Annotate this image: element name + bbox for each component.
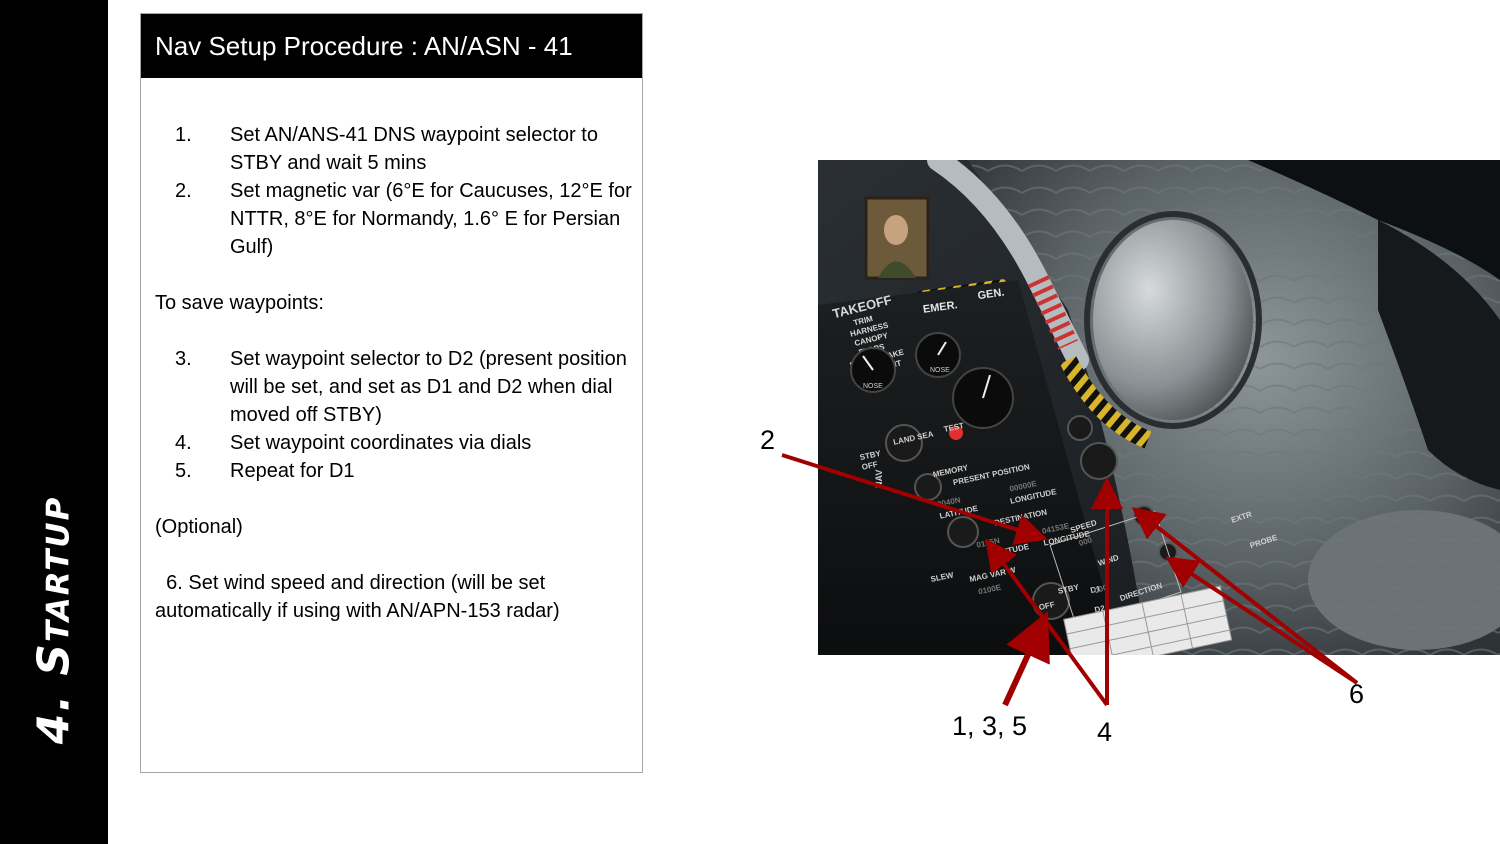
callout-label-4: 4 — [1097, 717, 1113, 747]
arrow-4a — [985, 538, 1109, 707]
arrow-2 — [781, 453, 1048, 545]
callout-label-6: 6 — [1349, 679, 1365, 709]
arrow-6b — [1165, 556, 1359, 685]
arrow-135 — [1002, 611, 1050, 707]
arrow-6a — [1131, 507, 1359, 685]
callout-label-135: 1, 3, 5 — [952, 711, 1028, 741]
callout-arrows — [781, 453, 1359, 707]
callout-label-2: 2 — [760, 425, 776, 455]
